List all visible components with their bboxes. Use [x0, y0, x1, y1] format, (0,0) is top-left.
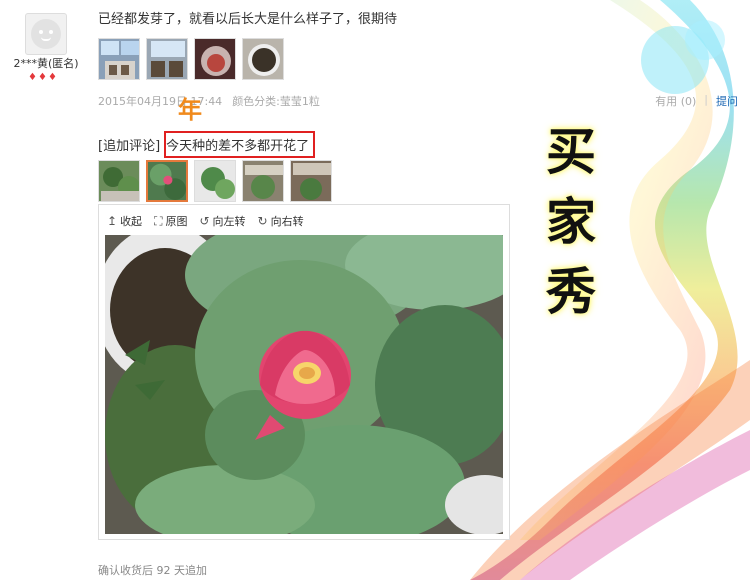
image-viewer: ↥ 收起 ⛶ 原图 ↺ 向左转 ↻ 向右转 [98, 204, 510, 540]
review-date: 2015年04月19日 17:44 [98, 95, 223, 108]
append-review-text: 今天种的差不多都开花了 [164, 131, 316, 158]
avatar[interactable] [25, 13, 67, 55]
collapse-icon: ↥ [107, 214, 118, 228]
append-timing-note: 确认收货后 92 天追加 [98, 564, 207, 577]
rotate-left-label: 向左转 [212, 215, 246, 228]
thumbnail-image[interactable] [194, 160, 236, 202]
useful-button[interactable]: 有用 (0) [655, 93, 696, 109]
user-rank-badge: ♦ ♦ ♦ [28, 73, 57, 83]
review-actions: 有用 (0) | 提问 [655, 93, 738, 109]
thumbnail-image[interactable] [242, 160, 284, 202]
rotate-right-label: 向右转 [270, 215, 304, 228]
diamond-icon: ♦ [47, 72, 57, 83]
thumbnail-image[interactable] [290, 160, 332, 202]
ask-button[interactable]: 提问 [716, 93, 738, 109]
title-char: 家 [546, 192, 596, 251]
username: 2***黄(匿名) [13, 57, 79, 70]
review-category: 颜色分类:莹莹1粒 [232, 95, 320, 108]
original-image-button[interactable]: ⛶ 原图 [154, 213, 187, 229]
rotate-left-icon: ↺ [199, 214, 210, 228]
collapse-label: 收起 [120, 215, 143, 228]
rotate-left-button[interactable]: ↺ 向左转 [199, 213, 245, 229]
buyer-show-title: 买 家 秀 [540, 120, 602, 324]
rotate-right-icon: ↻ [257, 214, 268, 228]
thumbnail-image[interactable] [98, 38, 140, 80]
thumbnail-image[interactable] [146, 38, 188, 80]
title-char: 秀 [546, 262, 596, 321]
diamond-icon: ♦ [28, 72, 37, 83]
useful-count: (0) [680, 95, 697, 108]
viewer-toolbar: ↥ 收起 ⛶ 原图 ↺ 向左转 ↻ 向右转 [107, 213, 304, 229]
review-thumbnails [98, 38, 284, 80]
action-divider: | [704, 93, 708, 106]
original-label: 原图 [165, 215, 188, 228]
review-meta: 2015年04月19日 17:44 颜色分类:莹莹1粒 [98, 93, 320, 109]
collapse-button[interactable]: ↥ 收起 [107, 213, 142, 229]
append-review: [追加评论] 今天种的差不多都开花了 [98, 131, 316, 158]
rotate-right-button[interactable]: ↻ 向右转 [258, 213, 304, 229]
lotus-photo[interactable] [105, 235, 503, 534]
review-text: 已经都发芽了，就看以后长大是什么样子了，很期待 [98, 12, 398, 27]
title-char: 买 [546, 122, 596, 181]
expand-icon: ⛶ [154, 213, 163, 228]
thumbnail-image[interactable] [194, 38, 236, 80]
avatar-face-icon [31, 19, 61, 49]
useful-label: 有用 [655, 95, 678, 108]
orange-annotation-char: 年 [178, 96, 202, 124]
thumbnail-image-selected[interactable] [146, 160, 188, 202]
thumbnail-image[interactable] [98, 160, 140, 202]
diamond-icon: ♦ [37, 72, 47, 83]
append-thumbnails [98, 160, 332, 202]
thumbnail-image[interactable] [242, 38, 284, 80]
append-review-prefix: [追加评论] [98, 139, 161, 154]
